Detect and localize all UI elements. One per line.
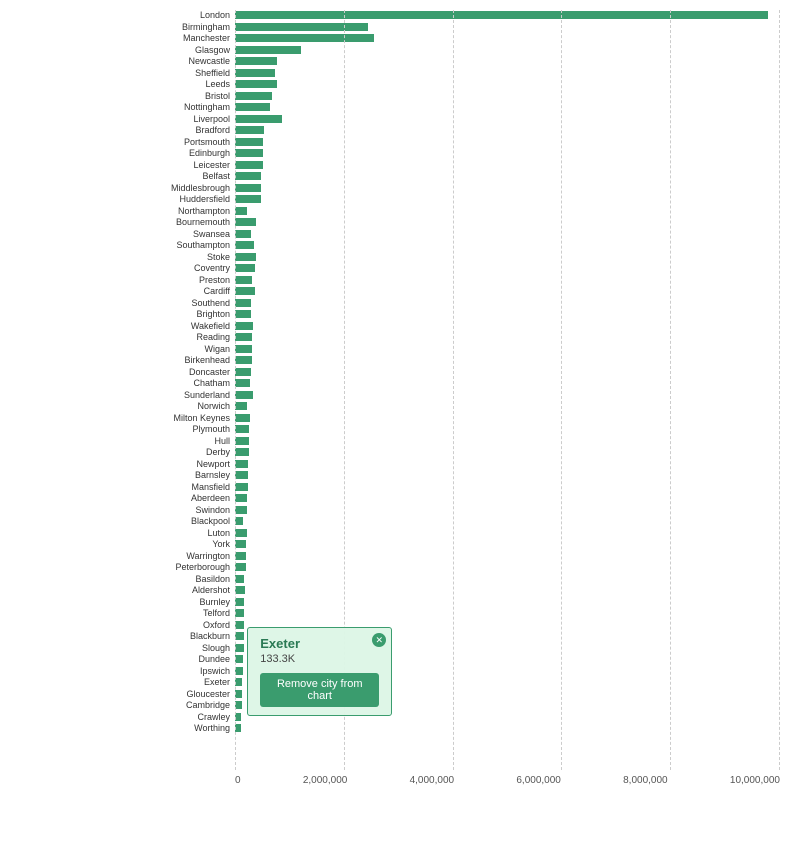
bar-label: Blackburn	[120, 631, 230, 641]
bar-label: Hull	[120, 436, 230, 446]
x-axis-label: 2,000,000	[303, 775, 348, 800]
x-axis-label: 8,000,000	[623, 775, 668, 800]
bars-area: LondonBirminghamManchesterGlasgowNewcast…	[235, 10, 780, 800]
x-axis-label: 10,000,000	[730, 775, 780, 800]
tooltip: ✕Exeter 133.3K Remove city from chart	[247, 627, 392, 716]
bar-label: Huddersfield	[120, 194, 230, 204]
bar-label: Mansfield	[120, 482, 230, 492]
bar-label: Brighton	[120, 309, 230, 319]
bar-label: Telford	[120, 608, 230, 618]
x-axis-label: 4,000,000	[410, 775, 455, 800]
bar-label: Reading	[120, 332, 230, 342]
bar-label: Wakefield	[120, 321, 230, 331]
bar-label: Nottingham	[120, 102, 230, 112]
tooltip-close-button[interactable]: ✕	[372, 633, 386, 647]
x-axis-label: 6,000,000	[516, 775, 561, 800]
bar-label: Newport	[120, 459, 230, 469]
bar-label: Peterborough	[120, 562, 230, 572]
bar-label: Crawley	[120, 712, 230, 722]
bar-label: Birkenhead	[120, 355, 230, 365]
bar-label: London	[120, 10, 230, 20]
bar-label: Milton Keynes	[120, 413, 230, 423]
bar-label: Edinburgh	[120, 148, 230, 158]
bar-label: Sheffield	[120, 68, 230, 78]
bar-label: Cardiff	[120, 286, 230, 296]
tooltip-city-value: 133.3K	[260, 653, 379, 665]
grid-line-5	[779, 10, 780, 770]
x-axis-labels: 0 2,000,000 4,000,000 6,000,000 8,000,000 10,…	[235, 775, 780, 800]
chart-area: London BirminghamManchester GlasgowNewcast…	[120, 10, 780, 800]
bar-label: Middlesbrough	[120, 183, 230, 193]
bar-label: Aldershot	[120, 585, 230, 595]
bar-label: Chatham	[120, 378, 230, 388]
bar-label: Plymouth	[120, 424, 230, 434]
x-axis-label: 0	[235, 775, 241, 800]
bar-label: Doncaster	[120, 367, 230, 377]
chart-container: London BirminghamManchester GlasgowNewcast…	[0, 0, 800, 842]
bar-label: York	[120, 539, 230, 549]
bar-label: Swansea	[120, 229, 230, 239]
bar-label: Luton	[120, 528, 230, 538]
bar-label: Birmingham	[120, 22, 230, 32]
bar-label: Southampton	[120, 240, 230, 250]
bar-label: Cambridge	[120, 700, 230, 710]
bar-label: Bournemouth	[120, 217, 230, 227]
bar-label: Preston	[120, 275, 230, 285]
bar-label: Portsmouth	[120, 137, 230, 147]
grid-line-4	[670, 10, 671, 770]
tooltip-city-name: Exeter	[260, 636, 379, 651]
bar-label: Belfast	[120, 171, 230, 181]
bar-label: Burnley	[120, 597, 230, 607]
grid-line-0	[235, 10, 236, 770]
bar-label: Liverpool	[120, 114, 230, 124]
bar-label: Glasgow	[120, 45, 230, 55]
bar-label: Newcastle	[120, 56, 230, 66]
bar-label: Ipswich	[120, 666, 230, 676]
bar-label: Stoke	[120, 252, 230, 262]
bar-label: Aberdeen	[120, 493, 230, 503]
bar-label: Barnsley	[120, 470, 230, 480]
bar-label: Southend	[120, 298, 230, 308]
bar-label: Worthing	[120, 723, 230, 733]
bar-label: Bradford	[120, 125, 230, 135]
grid-line-3	[561, 10, 562, 770]
bar-label: Leeds	[120, 79, 230, 89]
bar-label: Coventry	[120, 263, 230, 273]
bar-label: Sunderland	[120, 390, 230, 400]
bar-label: Leicester	[120, 160, 230, 170]
bar-label: Derby	[120, 447, 230, 457]
bar-label: Exeter	[120, 677, 230, 687]
bar-label: Dundee	[120, 654, 230, 664]
bar-label: Basildon	[120, 574, 230, 584]
bar-label: Norwich	[120, 401, 230, 411]
bar-label: Bristol	[120, 91, 230, 101]
bar-label: Slough	[120, 643, 230, 653]
bar-label: Oxford	[120, 620, 230, 630]
bar-label: Blackpool	[120, 516, 230, 526]
bar-label: Wigan	[120, 344, 230, 354]
bar-label: Warrington	[120, 551, 230, 561]
bar-label: Swindon	[120, 505, 230, 515]
bar-label: Manchester	[120, 33, 230, 43]
grid-line-2	[453, 10, 454, 770]
bar-label: Northampton	[120, 206, 230, 216]
remove-city-button[interactable]: Remove city from chart	[260, 673, 379, 707]
bar-label: Gloucester	[120, 689, 230, 699]
